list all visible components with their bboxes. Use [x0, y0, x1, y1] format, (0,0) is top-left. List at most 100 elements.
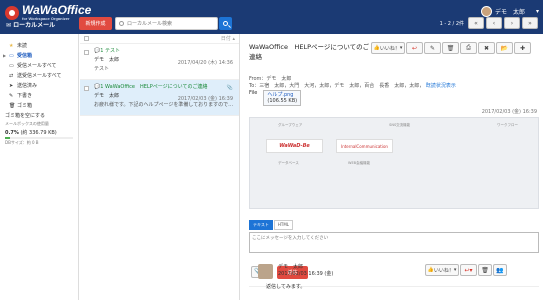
search-icon — [223, 21, 228, 26]
mail-subject: 💬1 WaWaOffice HELPページについてのご連絡 — [94, 84, 208, 90]
preview-sub-db: データベース — [278, 161, 299, 165]
attachment-icon: 📎 — [226, 85, 233, 91]
star-icon: ★ — [9, 42, 14, 49]
storage-usage: 0.7% (約 336.79 KB) — [5, 130, 57, 136]
reply-icon: ↩ — [411, 44, 418, 52]
list-item[interactable]: 📎 💬1 WaWaOffice HELPページについてのご連絡 デモ 太郎 20… — [80, 80, 239, 116]
folder-icon: 📂 — [500, 44, 509, 52]
reply-reply-button[interactable]: ↩ ▾ — [460, 264, 477, 276]
last-page-button[interactable]: » — [522, 17, 538, 29]
mail-preview: テスト — [94, 66, 110, 72]
attachment-preview[interactable]: グループウェア SNS交流機能 ワークフロー WaWaD-Be Internal… — [249, 117, 539, 209]
user-menu-button[interactable]: デモ 太郎 — [480, 6, 525, 17]
folder-sent[interactable]: ➤ 送信済み — [0, 80, 78, 90]
add-button[interactable]: ✚ — [514, 42, 531, 54]
plus-icon: ✚ — [519, 44, 526, 52]
list-item[interactable]: 💬1 テスト デモ 太郎 2017/04/20 (木) 14:36 テスト — [80, 44, 239, 80]
mail-preview: お疲れ様です。下記のヘルプページを準備しておりますのでご確認 — [94, 102, 235, 108]
mail-subject: 💬1 テスト — [94, 48, 121, 54]
reply-meta: デモ 太郎 2017/02/03 16:39 (金) — [278, 264, 333, 278]
users-icon: 👥 — [496, 266, 504, 274]
pager: 1 - 2 / 2件 « ‹ › » — [440, 17, 538, 29]
new-mail-button[interactable]: 新規作成 — [79, 17, 112, 30]
close-icon: ✖ — [483, 44, 490, 52]
mail-checkbox[interactable] — [84, 86, 89, 91]
preview-headers: グループウェア SNS交流機能 ワークフロー — [278, 123, 518, 127]
avatar — [480, 6, 492, 17]
inbox-all-icon: ▭ — [9, 62, 14, 69]
to-line: To：三宿 太郎，大門 大河，太郎，デモ 太郎，百合 長香 太郎，太郎， 既読状… — [249, 83, 456, 89]
file-size: (106.55 KB) — [267, 98, 298, 104]
reply-date: 2017/02/03 16:39 (金) — [278, 271, 334, 277]
reply-actions: 👍 いいね！ ▾ ↩ ▾ 🗑 👥 — [425, 264, 507, 276]
mail-date: 2017/02/03 (金) 16:39 — [177, 96, 233, 102]
search-box — [115, 17, 218, 30]
next-page-button[interactable]: › — [504, 17, 520, 29]
reply-like-button[interactable]: 👍 いいね！ ▾ — [425, 264, 459, 276]
send-icon: ➤ — [9, 82, 14, 89]
like-button[interactable]: 👍 いいね！ ▾ — [371, 42, 405, 54]
reply-from: デモ 太郎 — [278, 264, 304, 270]
avatar — [258, 264, 273, 279]
read-status-link[interactable]: 既読状況表示 — [426, 83, 456, 89]
reply-textarea[interactable] — [249, 232, 539, 253]
close-button[interactable]: ✖ — [478, 42, 495, 54]
sort-date-button[interactable]: 日付 ▴ — [221, 35, 235, 42]
menu-icon[interactable]: ▾ — [536, 8, 539, 15]
mail-viewer: WaWaOffice HELPページについてのご連絡 👍 いいね！ ▾ ↩ ✎ 🗑 … — [241, 34, 543, 300]
select-all-checkbox[interactable] — [84, 36, 89, 41]
trash-icon: 🗑 — [481, 266, 489, 274]
user-name: デモ 太郎 — [494, 9, 525, 16]
folder-unread[interactable]: ★ 未読 — [0, 40, 78, 50]
mail-list: 日付 ▴ 💬1 テスト デモ 太郎 2017/04/20 (木) 14:36 テ… — [80, 34, 240, 300]
reply-icon: ↩ — [464, 266, 470, 274]
file-label: File — [249, 90, 258, 96]
print-icon: ⎙ — [466, 44, 471, 51]
storage-bar — [5, 137, 73, 139]
from-line: From：デモ 太郎 — [249, 76, 292, 82]
message-date: 2017/02/03 (金) 16:39 — [481, 109, 537, 115]
empty-trash-link[interactable]: ゴミ箱を空にする — [0, 110, 78, 120]
preview-card-wawadbe: WaWaD-Be — [266, 139, 323, 153]
sidebar: ★ 未読 ▶ ▭ 受信箱 ▭ 受信メールすべて ⇄ 送受信メールすべて ➤ 送信済み ✎ 下書… — [0, 34, 79, 300]
file-row: File ヘルプ.png (106.55 KB) — [249, 90, 302, 106]
folder-trash[interactable]: 🗑 ゴミ箱 — [0, 100, 78, 110]
logo-icon — [5, 5, 19, 20]
local-mail-title: ✉ ローカルメール — [6, 22, 56, 29]
logo-title: WaWaOffice — [22, 3, 92, 17]
folder-drafts[interactable]: ✎ 下書き — [0, 90, 78, 100]
storage-label: メールボックスの使用量 — [5, 121, 49, 126]
first-page-button[interactable]: « — [468, 17, 484, 29]
folder-inbox[interactable]: ▶ ▭ 受信箱 — [0, 50, 78, 60]
mail-subject-title: WaWaOffice HELPページについてのご連絡 — [249, 43, 370, 61]
attachment-file[interactable]: ヘルプ.png (106.55 KB) — [263, 90, 302, 106]
tab-html[interactable]: HTML — [273, 220, 294, 230]
mail-meta: From：デモ 太郎 To：三宿 太郎，大門 大河，太郎，デモ 太郎，百合 長香… — [249, 76, 456, 90]
edit-button[interactable]: ✎ — [424, 42, 441, 54]
folder-received-all[interactable]: ▭ 受信メールすべて — [0, 60, 78, 70]
prev-page-button[interactable]: ‹ — [486, 17, 502, 29]
delete-button[interactable]: 🗑 — [442, 42, 459, 54]
trash-icon: 🗑 — [446, 44, 455, 52]
pager-count: 1 - 2 / 2件 — [439, 20, 464, 27]
mail-checkbox[interactable] — [84, 50, 89, 55]
folder-all-mail[interactable]: ⇄ 送受信メールすべて — [0, 70, 78, 80]
envelope-icon: ✉ — [6, 22, 12, 29]
list-header: 日付 ▴ — [80, 34, 239, 44]
trash-icon: 🗑 — [9, 102, 16, 109]
pencil-icon: ✎ — [429, 44, 436, 52]
reply-members-button[interactable]: 👥 — [493, 264, 507, 276]
reply-button[interactable]: ↩ — [406, 42, 423, 54]
reply-delete-button[interactable]: 🗑 — [478, 264, 492, 276]
tab-text[interactable]: テキスト — [249, 220, 273, 230]
db-size: DBサイズ：約 0 B — [5, 140, 39, 145]
mail-actions: 👍 いいね！ ▾ ↩ ✎ 🗑 ⎙ ✖ 📂 ✚ — [371, 42, 531, 54]
mail-all-icon: ⇄ — [9, 72, 14, 79]
search-icon — [119, 21, 124, 26]
move-folder-button[interactable]: 📂 — [496, 42, 513, 54]
search-input[interactable] — [116, 18, 217, 29]
draft-icon: ✎ — [9, 92, 14, 99]
reply-body: 返信してみます。 — [266, 284, 306, 290]
search-button[interactable] — [219, 17, 232, 30]
print-button[interactable]: ⎙ — [460, 42, 477, 54]
